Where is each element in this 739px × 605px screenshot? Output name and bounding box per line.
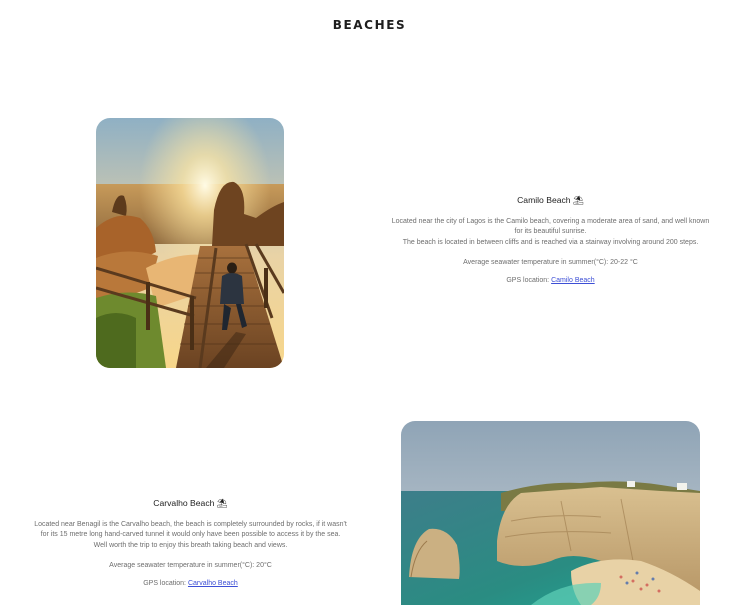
- seawater-temperature: Average seawater temperature in summer(°…: [109, 562, 272, 570]
- beach-description: Located near the city of Lagos is the Ca…: [368, 217, 733, 248]
- seawater-temperature: Average seawater temperature in summer(°…: [463, 259, 638, 267]
- camilo-beach-info: Camilo Beach ⛱ Located near the city of …: [368, 195, 733, 284]
- description-line: Located near Benagil is the Carvalho bea…: [34, 521, 347, 528]
- carvalho-beach-info: Carvalho Beach ⛱ Located near Benagil is…: [8, 498, 373, 587]
- gps-label: GPS location:: [506, 277, 550, 285]
- gps-link[interactable]: Camilo Beach: [551, 277, 595, 284]
- description-line: for its 15 metre long hand-carved tunnel…: [40, 531, 341, 539]
- beach-description: Located near Benagil is the Carvalho bea…: [8, 520, 373, 551]
- description-line: The beach is located in between cliffs a…: [402, 238, 699, 246]
- gps-label: GPS location:: [143, 580, 187, 588]
- description-line: Located near the city of Lagos is the Ca…: [391, 218, 710, 225]
- gps-link[interactable]: Carvalho Beach: [188, 580, 238, 587]
- page-title: BEACHES: [332, 18, 407, 32]
- description-line: for its beautiful sunrise.: [514, 228, 587, 236]
- gps-location: GPS location: Carvalho Beach: [8, 580, 373, 587]
- beach-name: Carvalho Beach ⛱: [153, 498, 228, 508]
- beach-name: Camilo Beach ⛱: [517, 195, 584, 205]
- carvalho-beach-photo: [401, 421, 700, 605]
- description-line: Well worth the trip to enjoy this breath…: [93, 541, 288, 549]
- camilo-beach-photo: [96, 118, 284, 368]
- gps-location: GPS location: Camilo Beach: [368, 277, 733, 284]
